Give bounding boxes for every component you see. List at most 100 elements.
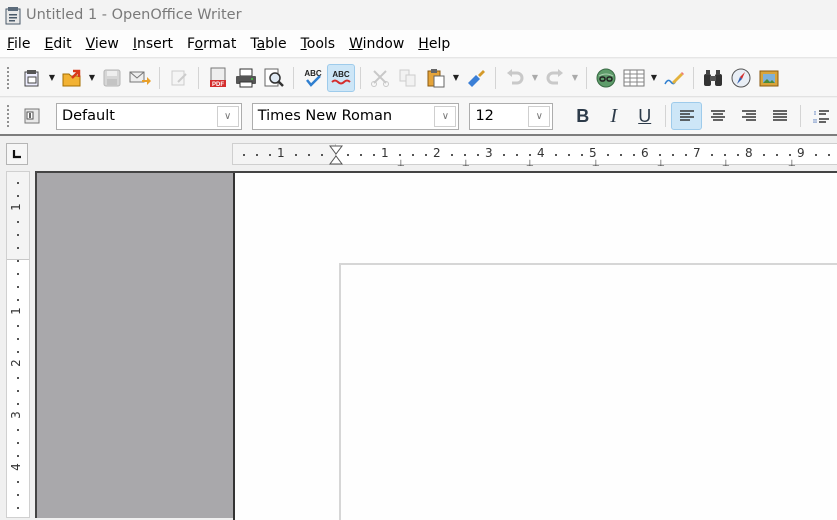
horizontal-ruler-area: 1 1 2 3 4 5 6 7 8 9 ⊥ ⊥ ⊥ ⊥ ⊥ ⊥ ⊥ [0, 138, 837, 171]
font-name-value[interactable]: Times New Roman [253, 108, 435, 124]
align-center-icon [710, 110, 725, 121]
indent-marker-icon[interactable] [329, 145, 343, 165]
menu-window[interactable]: Window [345, 36, 408, 52]
default-tab-stop[interactable]: ⊥ [788, 159, 796, 169]
toolbar-grip[interactable] [6, 65, 10, 90]
ruler-tick [17, 390, 19, 392]
align-center-button[interactable] [702, 102, 733, 130]
default-tab-stop[interactable]: ⊥ [462, 159, 470, 169]
ruler-tick [17, 182, 19, 184]
align-right-icon [741, 110, 756, 121]
ruler-tick-label: 1 [277, 146, 285, 160]
new-dropdown-arrow[interactable]: ▼ [46, 64, 58, 92]
print-button[interactable] [232, 64, 260, 92]
ruler-tick-label: 3 [8, 411, 23, 419]
ruler-tick [529, 154, 531, 156]
menu-help[interactable]: Help [414, 36, 454, 52]
clone-formatting-button[interactable] [462, 64, 490, 92]
edit-file-button[interactable] [165, 64, 193, 92]
font-name-combo[interactable]: Times New Roman ∨ [251, 102, 460, 130]
tab-stop-type-button[interactable] [6, 143, 28, 165]
chevron-down-icon[interactable]: ∨ [216, 105, 239, 127]
align-left-button[interactable] [671, 102, 703, 130]
ruler-tick [17, 442, 19, 444]
toolbar-separator [198, 66, 199, 89]
toolbar-grip[interactable] [6, 104, 10, 128]
ruler-tick [17, 299, 19, 301]
ruler-tick [672, 154, 674, 156]
spellcheck-icon: ABC [304, 69, 322, 87]
ruler-tick [17, 286, 19, 288]
ruler-tick [17, 403, 19, 405]
justify-button[interactable] [764, 102, 795, 130]
justify-icon [772, 110, 787, 121]
page-preview-button[interactable] [260, 64, 288, 92]
numbering-button[interactable]: I II [806, 102, 837, 130]
open-dropdown-arrow[interactable]: ▼ [86, 64, 98, 92]
menu-tools[interactable]: Tools [297, 36, 340, 52]
spellcheck-button[interactable]: ABC [299, 64, 327, 92]
print-icon [236, 68, 256, 87]
redo-dropdown-arrow[interactable]: ▼ [569, 64, 581, 92]
hyperlink-button[interactable] [592, 64, 620, 92]
ruler-tick [763, 154, 765, 156]
table-button[interactable] [620, 64, 648, 92]
bold-button[interactable]: B [567, 102, 598, 130]
menu-view[interactable]: View [82, 36, 123, 52]
table-dropdown-arrow[interactable]: ▼ [648, 64, 660, 92]
find-replace-button[interactable] [699, 64, 727, 92]
default-tab-stop[interactable]: ⊥ [592, 159, 600, 169]
show-draw-functions-button[interactable] [660, 64, 688, 92]
menu-bar: File Edit View Insert Format Table Tools Window… [0, 30, 837, 58]
default-tab-stop[interactable]: ⊥ [722, 159, 730, 169]
text-area-boundary[interactable] [339, 263, 837, 520]
autospellcheck-button[interactable]: ABC [327, 63, 355, 92]
align-right-button[interactable] [733, 102, 764, 130]
paragraph-style-value[interactable]: Default [57, 108, 217, 124]
menu-edit[interactable]: Edit [40, 36, 75, 52]
copy-button[interactable] [394, 64, 422, 92]
ruler-tick [269, 154, 271, 156]
navigator-icon [731, 68, 751, 87]
new-document-button[interactable] [18, 64, 46, 92]
menu-insert[interactable]: Insert [129, 36, 177, 52]
paragraph-style-combo[interactable]: Default ∨ [55, 102, 242, 130]
menu-table[interactable]: Table [246, 36, 290, 52]
cut-button[interactable] [366, 64, 394, 92]
italic-button[interactable]: I [598, 102, 629, 130]
default-tab-stop[interactable]: ⊥ [657, 159, 665, 169]
undo-button[interactable] [501, 64, 529, 92]
ruler-tick [737, 154, 739, 156]
save-button[interactable] [98, 64, 126, 92]
export-pdf-button[interactable]: PDF [204, 64, 232, 92]
svg-text:I: I [814, 111, 816, 117]
redo-button[interactable] [541, 64, 569, 92]
chevron-down-icon[interactable]: ∨ [434, 105, 457, 127]
document-page[interactable] [233, 173, 837, 520]
chevron-down-icon[interactable]: ∨ [528, 105, 551, 127]
menu-format[interactable]: Format [183, 36, 240, 52]
vertical-ruler[interactable]: 1 1 2 3 4 [6, 171, 30, 518]
email-document-button[interactable] [126, 64, 154, 92]
undo-dropdown-arrow[interactable]: ▼ [529, 64, 541, 92]
paste-dropdown-arrow[interactable]: ▼ [450, 64, 462, 92]
styles-and-formatting-button[interactable] [18, 102, 46, 130]
navigator-button[interactable] [727, 64, 755, 92]
toolbar-separator [159, 66, 160, 89]
paste-icon [427, 68, 445, 87]
standard-toolbar: ▼ ▼ PDF ABC ABC ▼ ▼ ▼ ▼ [0, 59, 837, 97]
horizontal-ruler[interactable]: 1 1 2 3 4 5 6 7 8 9 ⊥ ⊥ ⊥ ⊥ ⊥ ⊥ ⊥ [232, 143, 837, 169]
ruler-tick [17, 273, 19, 275]
underline-button[interactable]: U [629, 102, 660, 130]
default-tab-stop[interactable]: ⊥ [526, 159, 534, 169]
gallery-button[interactable] [755, 64, 783, 92]
menu-file[interactable]: File [3, 36, 34, 52]
default-tab-stop[interactable]: ⊥ [397, 159, 405, 169]
ruler-tick [412, 154, 414, 156]
paste-button[interactable] [422, 64, 450, 92]
font-size-value[interactable]: 12 [470, 108, 528, 124]
open-button[interactable] [58, 64, 86, 92]
find-replace-icon [704, 69, 722, 86]
font-size-combo[interactable]: 12 ∨ [469, 102, 554, 130]
writer-document-icon [5, 6, 21, 24]
